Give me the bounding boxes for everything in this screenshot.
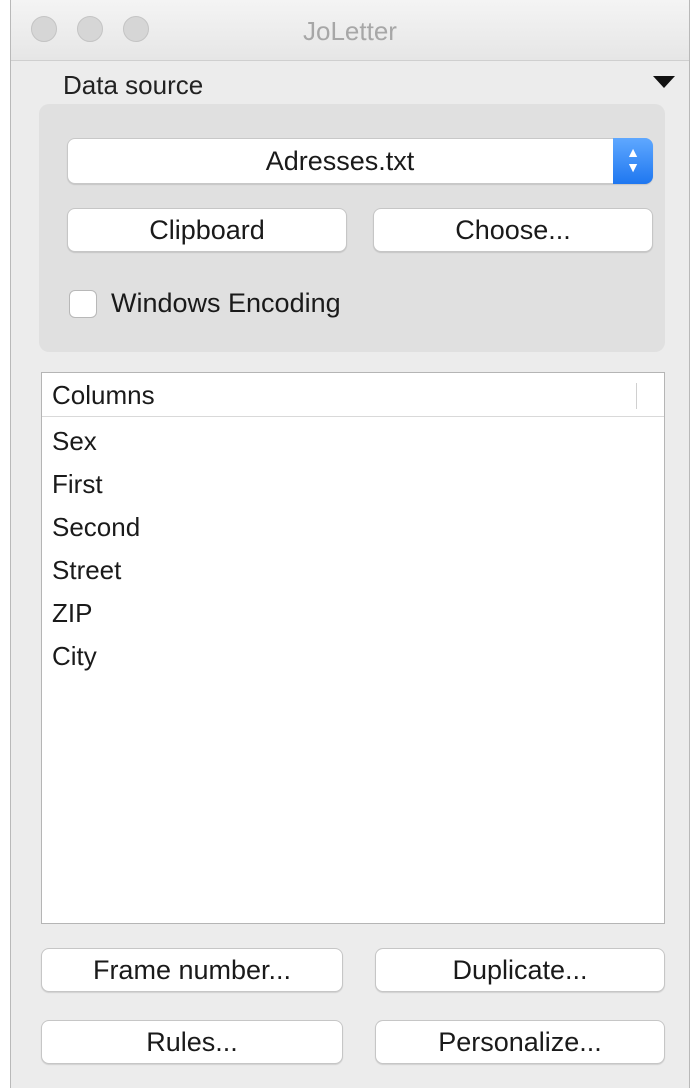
data-source-header: Data source xyxy=(63,70,204,100)
windows-encoding-checkbox[interactable] xyxy=(69,290,97,318)
app-window: JoLetter Data source Adresses.txt ▲ ▼ Cli… xyxy=(10,0,690,1088)
popup-selected-value: Adresses.txt xyxy=(265,146,415,176)
clipboard-button[interactable]: Clipboard xyxy=(67,208,347,252)
window-title: JoLetter xyxy=(303,16,397,46)
data-source-panel: Adresses.txt ▲ ▼ Clipboard Choose... Wind… xyxy=(39,104,665,352)
table-row[interactable]: Sex xyxy=(42,423,664,466)
frame-number-button[interactable]: Frame number... xyxy=(41,948,343,992)
table-header[interactable]: Columns xyxy=(42,373,664,417)
disclosure-triangle-icon[interactable] xyxy=(653,76,675,88)
rules-button[interactable]: Rules... xyxy=(41,1020,343,1064)
table-row[interactable]: First xyxy=(42,466,664,509)
table-row[interactable]: Second xyxy=(42,509,664,552)
table-row[interactable]: Street xyxy=(42,552,664,595)
columns-header-label: Columns xyxy=(52,380,155,410)
personalize-button[interactable]: Personalize... xyxy=(375,1020,665,1064)
data-source-file-popup[interactable]: Adresses.txt ▲ ▼ xyxy=(67,138,653,184)
table-row[interactable]: City xyxy=(42,638,664,681)
column-separator[interactable] xyxy=(636,383,637,409)
columns-list: Sex First Second Street ZIP City xyxy=(42,423,664,681)
windows-encoding-label[interactable]: Windows Encoding xyxy=(111,288,341,319)
table-row[interactable]: ZIP xyxy=(42,595,664,638)
columns-table[interactable]: Columns Sex First Second Street ZIP City xyxy=(41,372,665,924)
title-bar[interactable]: JoLetter xyxy=(11,0,689,61)
duplicate-button[interactable]: Duplicate... xyxy=(375,948,665,992)
up-down-arrows-icon[interactable]: ▲ ▼ xyxy=(613,138,653,184)
choose-button[interactable]: Choose... xyxy=(373,208,653,252)
